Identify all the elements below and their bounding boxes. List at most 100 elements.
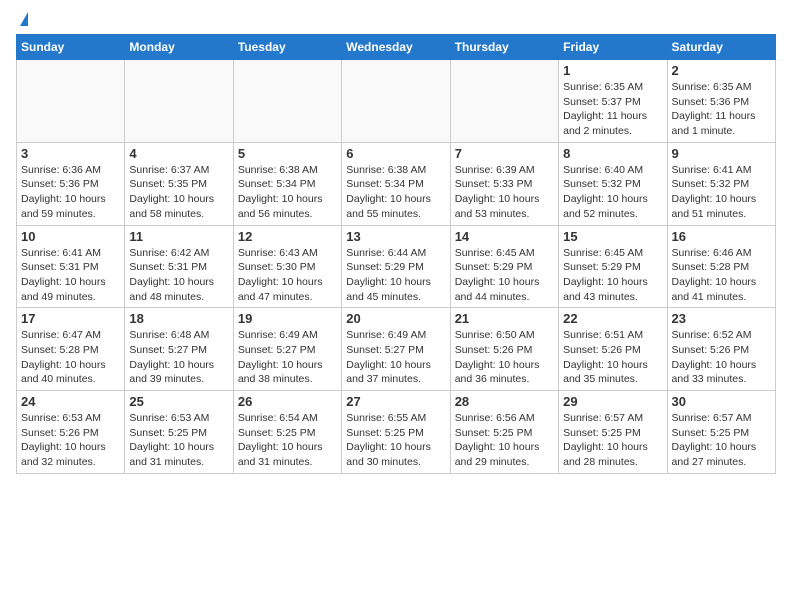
day-info: Sunrise: 6:36 AM Sunset: 5:36 PM Dayligh…: [21, 163, 120, 222]
day-number: 8: [563, 146, 662, 161]
header: [16, 16, 776, 26]
day-header-monday: Monday: [125, 35, 233, 60]
day-info: Sunrise: 6:53 AM Sunset: 5:26 PM Dayligh…: [21, 411, 120, 470]
day-number: 19: [238, 311, 337, 326]
day-info: Sunrise: 6:38 AM Sunset: 5:34 PM Dayligh…: [346, 163, 445, 222]
day-header-thursday: Thursday: [450, 35, 558, 60]
calendar-week-row: 24 Sunrise: 6:53 AM Sunset: 5:26 PM Dayli…: [17, 391, 776, 474]
day-number: 7: [455, 146, 554, 161]
day-number: 16: [672, 229, 771, 244]
day-info: Sunrise: 6:41 AM Sunset: 5:32 PM Dayligh…: [672, 163, 771, 222]
calendar-cell: 16 Sunrise: 6:46 AM Sunset: 5:28 PM Dayli…: [667, 225, 775, 308]
day-number: 12: [238, 229, 337, 244]
day-number: 24: [21, 394, 120, 409]
day-info: Sunrise: 6:37 AM Sunset: 5:35 PM Dayligh…: [129, 163, 228, 222]
calendar-cell: [17, 60, 125, 143]
calendar-cell: 1 Sunrise: 6:35 AM Sunset: 5:37 PM Daylig…: [559, 60, 667, 143]
day-number: 18: [129, 311, 228, 326]
calendar-week-row: 3 Sunrise: 6:36 AM Sunset: 5:36 PM Daylig…: [17, 142, 776, 225]
day-info: Sunrise: 6:54 AM Sunset: 5:25 PM Dayligh…: [238, 411, 337, 470]
day-number: 4: [129, 146, 228, 161]
day-info: Sunrise: 6:47 AM Sunset: 5:28 PM Dayligh…: [21, 328, 120, 387]
day-number: 28: [455, 394, 554, 409]
day-number: 5: [238, 146, 337, 161]
calendar-cell: 3 Sunrise: 6:36 AM Sunset: 5:36 PM Daylig…: [17, 142, 125, 225]
day-number: 6: [346, 146, 445, 161]
calendar-cell: 13 Sunrise: 6:44 AM Sunset: 5:29 PM Dayli…: [342, 225, 450, 308]
calendar-cell: 17Sunrise: 6:47 AM Sunset: 5:28 PM Dayli…: [17, 308, 125, 391]
day-info: Sunrise: 6:49 AM Sunset: 5:27 PM Dayligh…: [238, 328, 337, 387]
day-info: Sunrise: 6:55 AM Sunset: 5:25 PM Dayligh…: [346, 411, 445, 470]
calendar-cell: 11 Sunrise: 6:42 AM Sunset: 5:31 PM Dayli…: [125, 225, 233, 308]
day-number: 20: [346, 311, 445, 326]
calendar-cell: 4 Sunrise: 6:37 AM Sunset: 5:35 PM Daylig…: [125, 142, 233, 225]
day-info: Sunrise: 6:50 AM Sunset: 5:26 PM Dayligh…: [455, 328, 554, 387]
day-number: 15: [563, 229, 662, 244]
day-number: 3: [21, 146, 120, 161]
day-info: Sunrise: 6:45 AM Sunset: 5:29 PM Dayligh…: [563, 246, 662, 305]
day-number: 11: [129, 229, 228, 244]
calendar-cell: 29Sunrise: 6:57 AM Sunset: 5:25 PM Dayli…: [559, 391, 667, 474]
calendar-cell: 2Sunrise: 6:35 AM Sunset: 5:36 PM Daylig…: [667, 60, 775, 143]
day-info: Sunrise: 6:35 AM Sunset: 5:37 PM Dayligh…: [563, 80, 662, 139]
day-header-friday: Friday: [559, 35, 667, 60]
day-number: 21: [455, 311, 554, 326]
day-info: Sunrise: 6:48 AM Sunset: 5:27 PM Dayligh…: [129, 328, 228, 387]
calendar-cell: 7 Sunrise: 6:39 AM Sunset: 5:33 PM Daylig…: [450, 142, 558, 225]
day-info: Sunrise: 6:57 AM Sunset: 5:25 PM Dayligh…: [672, 411, 771, 470]
calendar-week-row: 10 Sunrise: 6:41 AM Sunset: 5:31 PM Dayli…: [17, 225, 776, 308]
day-info: Sunrise: 6:52 AM Sunset: 5:26 PM Dayligh…: [672, 328, 771, 387]
day-info: Sunrise: 6:46 AM Sunset: 5:28 PM Dayligh…: [672, 246, 771, 305]
calendar-cell: 14Sunrise: 6:45 AM Sunset: 5:29 PM Dayli…: [450, 225, 558, 308]
day-number: 2: [672, 63, 771, 78]
day-number: 26: [238, 394, 337, 409]
calendar-header-row: SundayMondayTuesdayWednesdayThursdayFrid…: [17, 35, 776, 60]
day-number: 27: [346, 394, 445, 409]
day-number: 13: [346, 229, 445, 244]
day-header-wednesday: Wednesday: [342, 35, 450, 60]
logo: [16, 16, 28, 26]
day-number: 22: [563, 311, 662, 326]
day-info: Sunrise: 6:45 AM Sunset: 5:29 PM Dayligh…: [455, 246, 554, 305]
calendar-cell: [450, 60, 558, 143]
calendar-cell: 5 Sunrise: 6:38 AM Sunset: 5:34 PM Daylig…: [233, 142, 341, 225]
day-number: 10: [21, 229, 120, 244]
calendar-cell: 25 Sunrise: 6:53 AM Sunset: 5:25 PM Dayli…: [125, 391, 233, 474]
calendar: SundayMondayTuesdayWednesdayThursdayFrid…: [16, 34, 776, 474]
day-info: Sunrise: 6:49 AM Sunset: 5:27 PM Dayligh…: [346, 328, 445, 387]
calendar-cell: 20 Sunrise: 6:49 AM Sunset: 5:27 PM Dayli…: [342, 308, 450, 391]
day-info: Sunrise: 6:51 AM Sunset: 5:26 PM Dayligh…: [563, 328, 662, 387]
calendar-cell: 23 Sunrise: 6:52 AM Sunset: 5:26 PM Dayli…: [667, 308, 775, 391]
calendar-cell: [125, 60, 233, 143]
calendar-cell: [342, 60, 450, 143]
day-number: 9: [672, 146, 771, 161]
calendar-cell: 18 Sunrise: 6:48 AM Sunset: 5:27 PM Dayli…: [125, 308, 233, 391]
day-number: 29: [563, 394, 662, 409]
day-info: Sunrise: 6:41 AM Sunset: 5:31 PM Dayligh…: [21, 246, 120, 305]
calendar-cell: 24 Sunrise: 6:53 AM Sunset: 5:26 PM Dayli…: [17, 391, 125, 474]
day-info: Sunrise: 6:44 AM Sunset: 5:29 PM Dayligh…: [346, 246, 445, 305]
calendar-cell: 15 Sunrise: 6:45 AM Sunset: 5:29 PM Dayli…: [559, 225, 667, 308]
day-number: 23: [672, 311, 771, 326]
day-info: Sunrise: 6:39 AM Sunset: 5:33 PM Dayligh…: [455, 163, 554, 222]
day-info: Sunrise: 6:40 AM Sunset: 5:32 PM Dayligh…: [563, 163, 662, 222]
logo-triangle-icon: [20, 12, 28, 26]
calendar-cell: [233, 60, 341, 143]
day-number: 25: [129, 394, 228, 409]
day-info: Sunrise: 6:42 AM Sunset: 5:31 PM Dayligh…: [129, 246, 228, 305]
calendar-cell: 27 Sunrise: 6:55 AM Sunset: 5:25 PM Dayli…: [342, 391, 450, 474]
day-info: Sunrise: 6:43 AM Sunset: 5:30 PM Dayligh…: [238, 246, 337, 305]
day-info: Sunrise: 6:53 AM Sunset: 5:25 PM Dayligh…: [129, 411, 228, 470]
calendar-cell: 8 Sunrise: 6:40 AM Sunset: 5:32 PM Daylig…: [559, 142, 667, 225]
day-header-tuesday: Tuesday: [233, 35, 341, 60]
day-info: Sunrise: 6:56 AM Sunset: 5:25 PM Dayligh…: [455, 411, 554, 470]
day-number: 30: [672, 394, 771, 409]
calendar-cell: 12 Sunrise: 6:43 AM Sunset: 5:30 PM Dayli…: [233, 225, 341, 308]
day-info: Sunrise: 6:38 AM Sunset: 5:34 PM Dayligh…: [238, 163, 337, 222]
calendar-cell: 22 Sunrise: 6:51 AM Sunset: 5:26 PM Dayli…: [559, 308, 667, 391]
calendar-cell: 9 Sunrise: 6:41 AM Sunset: 5:32 PM Daylig…: [667, 142, 775, 225]
day-number: 1: [563, 63, 662, 78]
calendar-week-row: 1 Sunrise: 6:35 AM Sunset: 5:37 PM Daylig…: [17, 60, 776, 143]
day-header-sunday: Sunday: [17, 35, 125, 60]
day-header-saturday: Saturday: [667, 35, 775, 60]
